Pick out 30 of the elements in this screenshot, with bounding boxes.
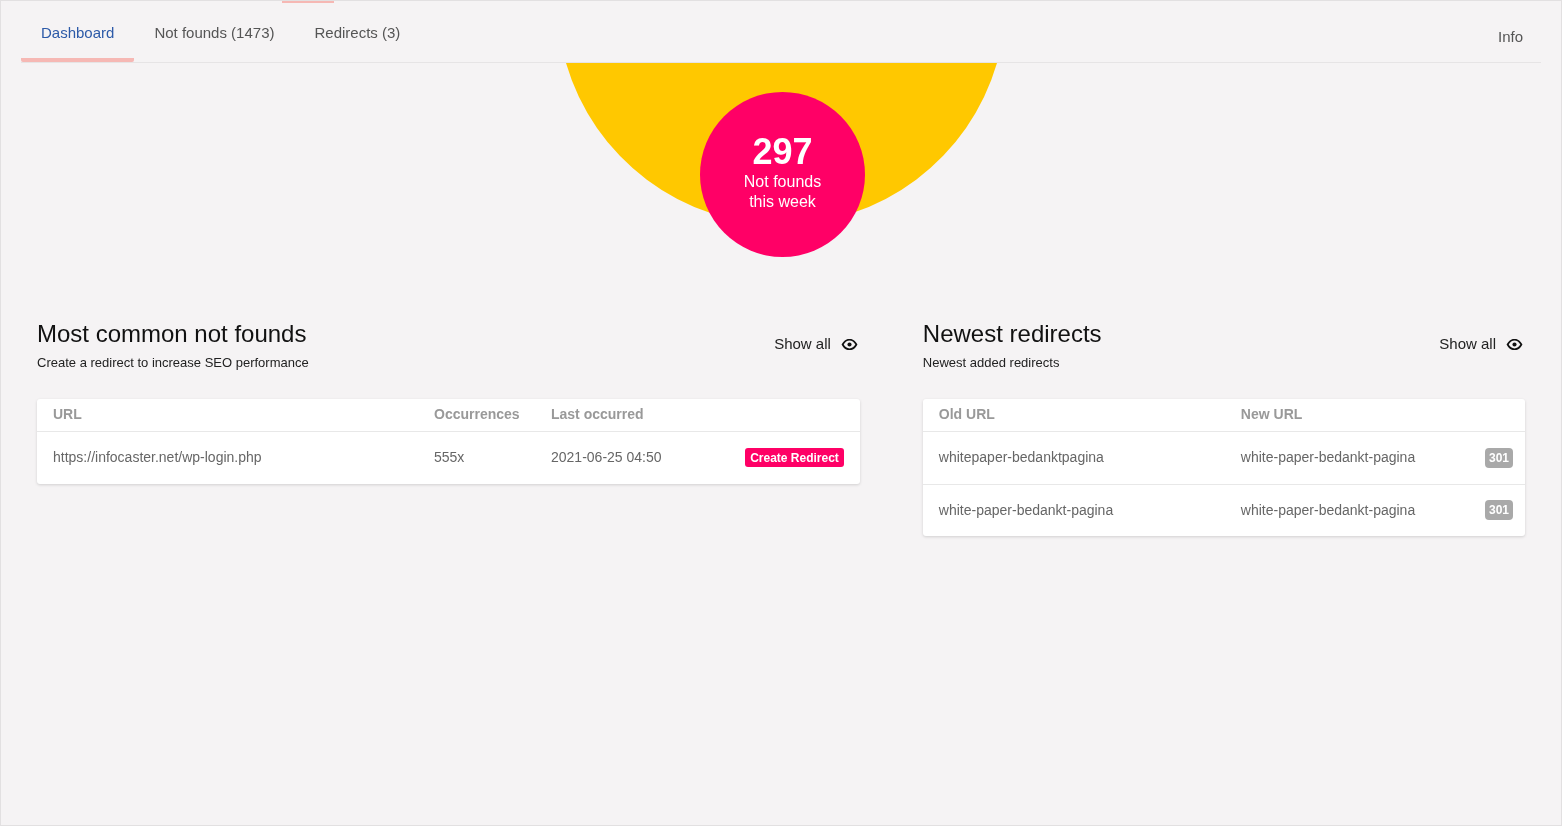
column-header: Last occurred xyxy=(551,405,644,424)
table-cell-text: white-paper-bedankt-pagina xyxy=(938,500,1115,520)
stat-label: Not founds this week xyxy=(743,171,822,212)
table-cell-text: 555x xyxy=(434,448,466,467)
tab[interactable]: Redirects (3) xyxy=(294,1,421,62)
tab[interactable]: Dashboard xyxy=(21,1,135,62)
eye-icon xyxy=(840,338,858,350)
table-cell-text: white-paper-bedankt-pagina xyxy=(1240,448,1417,467)
section-subtitle: Newest added redirects xyxy=(922,354,1061,372)
table-cell-text: white-paper-bedankt-pagina xyxy=(1240,500,1417,520)
info-link[interactable]: Info xyxy=(1497,26,1523,49)
top-accent xyxy=(282,1,334,3)
section-title: Most common not founds xyxy=(37,319,308,349)
show-all-link[interactable]: Show all xyxy=(774,333,858,356)
tab[interactable]: Not founds (1473) xyxy=(134,1,295,62)
table-cell-text: https://infocaster.net/wp-login.php xyxy=(53,448,263,467)
column-header: URL xyxy=(53,405,83,424)
table-cell-text: whitepaper-bedanktpagina xyxy=(938,448,1105,467)
table-cell-text: 2021-06-25 04:50 xyxy=(551,448,663,467)
column-header: Old URL xyxy=(938,405,996,424)
column-header: New URL xyxy=(1240,405,1303,424)
section-subtitle: Create a redirect to increase SEO performance xyxy=(37,354,309,372)
column-header: Occurrences xyxy=(434,405,521,424)
show-all-link[interactable]: Show all xyxy=(1439,333,1523,356)
section-title: Newest redirects xyxy=(922,319,1102,349)
status-code-badge: 301 xyxy=(1484,447,1513,468)
eye-icon xyxy=(1506,338,1523,350)
stat-value: 297 xyxy=(752,131,813,172)
create-redirect-button[interactable]: Create Redirect xyxy=(745,448,844,467)
status-code-badge: 301 xyxy=(1484,500,1513,520)
